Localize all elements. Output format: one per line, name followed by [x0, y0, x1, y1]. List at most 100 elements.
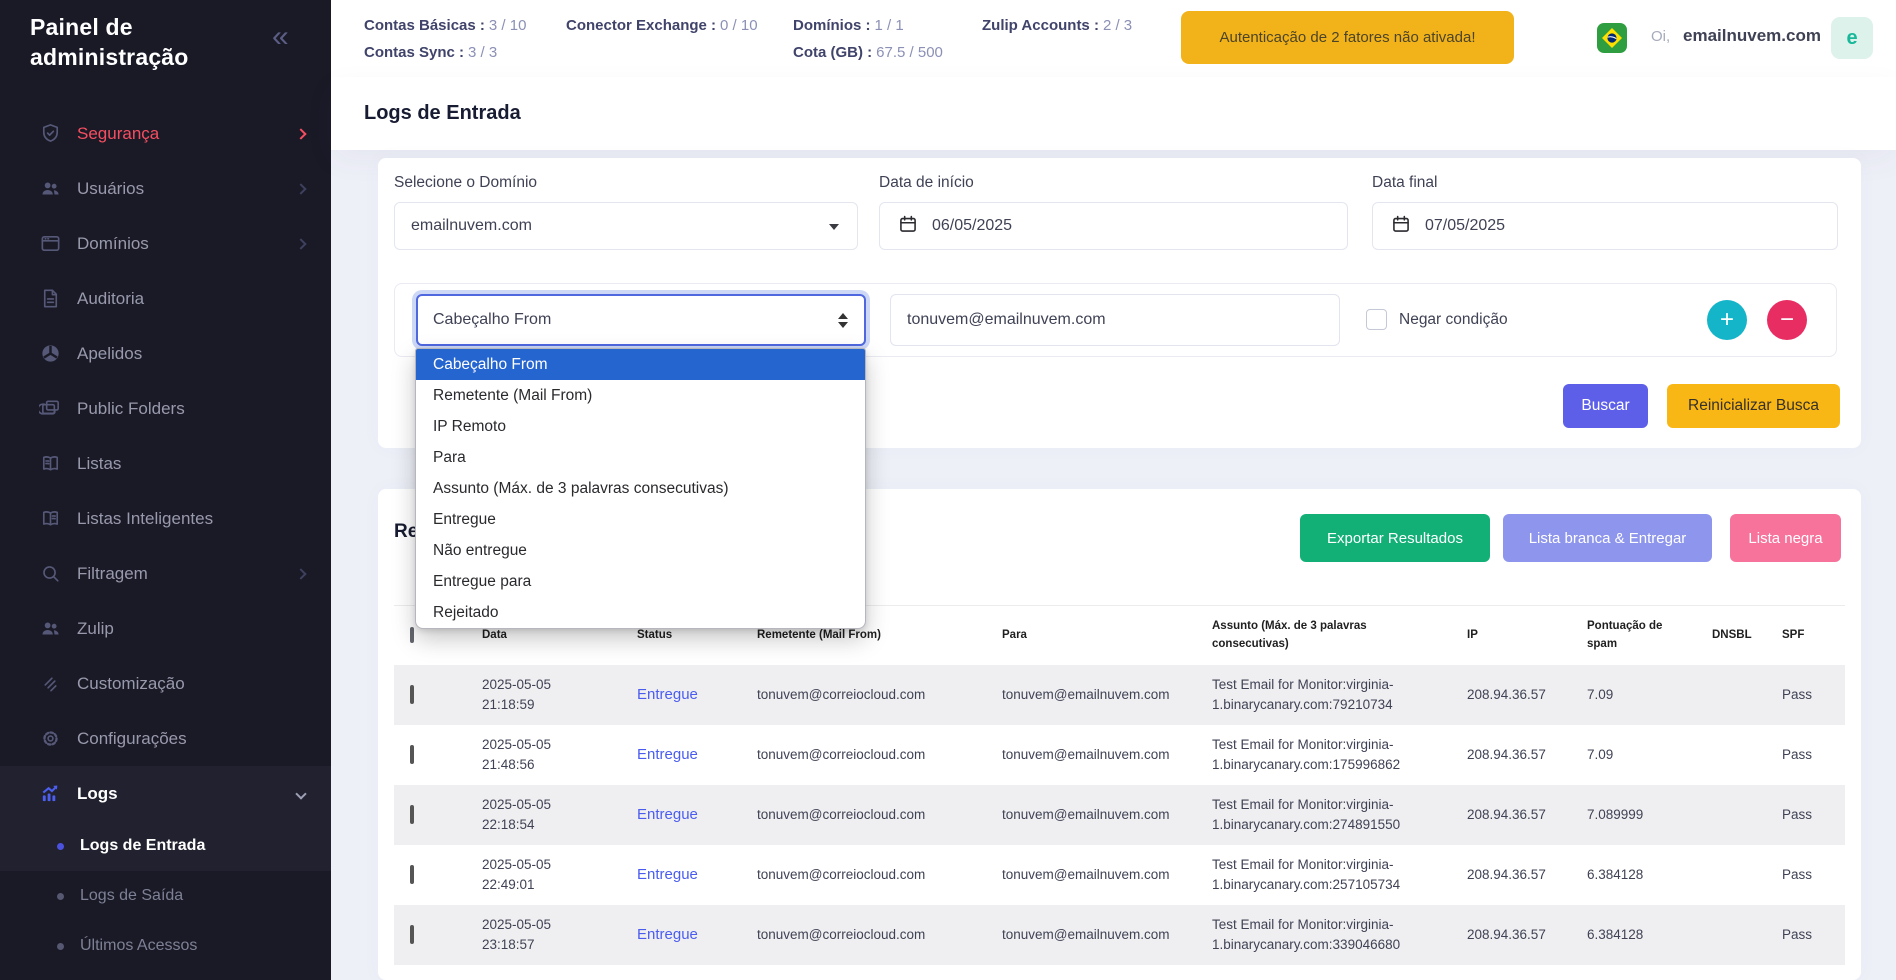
dropdown-option[interactable]: Rejeitado — [416, 597, 865, 628]
caret-down-icon — [829, 224, 839, 230]
sidebar-item-label: Apelidos — [77, 344, 305, 364]
sidebar-item-listas-inteligentes[interactable]: Listas Inteligentes — [0, 491, 331, 546]
sidebar-item-public-folders[interactable]: Public Folders — [0, 381, 331, 436]
condition-field-select[interactable]: Cabeçalho From — [416, 294, 866, 346]
sidebar-subitem-logs-entrada[interactable]: Logs de Entrada — [0, 821, 331, 871]
two-factor-warning-button[interactable]: Autenticação de 2 fatores não ativada! — [1181, 11, 1514, 64]
brazil-flag-icon[interactable] — [1597, 23, 1627, 53]
dropdown-option[interactable]: Remetente (Mail From) — [416, 380, 865, 411]
cell-ip: 208.94.36.57 — [1455, 805, 1575, 825]
sidebar-item-seguranca[interactable]: Segurança — [0, 106, 331, 161]
cell-data: 2025-05-0522:18:54 — [470, 795, 625, 834]
negate-checkbox[interactable] — [1366, 309, 1387, 330]
reset-search-button[interactable]: Reinicializar Busca — [1667, 384, 1840, 428]
status-link[interactable]: Entregue — [637, 806, 698, 823]
dropdown-option[interactable]: Cabeçalho From — [416, 349, 865, 380]
stacked-folders-icon — [38, 397, 62, 421]
stat-label: Contas Básicas : — [364, 17, 485, 34]
sidebar-item-configuracoes[interactable]: Configurações — [0, 711, 331, 766]
status-link[interactable]: Entregue — [637, 746, 698, 763]
cell-status: Entregue — [625, 924, 745, 946]
column-header-status: Status — [625, 627, 745, 645]
date-start-value: 06/05/2025 — [932, 217, 1012, 235]
cell-spf: Pass — [1770, 865, 1845, 885]
cell-time: 23:18:57 — [482, 935, 613, 955]
sidebar-item-usuarios[interactable]: Usuários — [0, 161, 331, 216]
stat-label: Conector Exchange : — [566, 17, 716, 34]
dropdown-option[interactable]: Para — [416, 442, 865, 473]
sidebar-item-auditoria[interactable]: Auditoria — [0, 271, 331, 326]
gear-icon — [38, 727, 62, 751]
stat-value: 1 / 1 — [875, 17, 904, 34]
date-end-input[interactable]: 07/05/2025 — [1372, 202, 1838, 250]
stat-label: Zulip Accounts : — [982, 17, 1099, 34]
avatar[interactable]: e — [1831, 17, 1873, 59]
date-start-input[interactable]: 06/05/2025 — [879, 202, 1348, 250]
cell-assunto: Test Email for Monitor:virginia-1.binary… — [1200, 675, 1455, 714]
negate-label: Negar condição — [1399, 311, 1508, 329]
status-link[interactable]: Entregue — [637, 866, 698, 883]
search-button[interactable]: Buscar — [1563, 384, 1648, 428]
sidebar-menu: Segurança Usuários Domínios — [0, 106, 331, 971]
domain-select-value: emailnuvem.com — [411, 217, 532, 235]
dropdown-option[interactable]: Entregue — [416, 504, 865, 535]
row-checkbox[interactable] — [410, 925, 414, 944]
bullet-icon — [57, 943, 64, 950]
select-all-cell — [394, 627, 470, 645]
sidebar-item-filtragem[interactable]: Filtragem — [0, 546, 331, 601]
open-book-icon — [38, 452, 62, 476]
dropdown-option[interactable]: Assunto (Máx. de 3 palavras consecutivas… — [416, 473, 865, 504]
remove-condition-button[interactable]: − — [1767, 300, 1807, 340]
sidebar-subitem-ultimos-acessos[interactable]: Últimos Acessos — [0, 921, 331, 971]
cell-remetente: tonuvem@correiocloud.com — [745, 865, 990, 885]
stat-cota-gb: Cota (GB) :67.5 / 500 — [793, 44, 943, 61]
add-condition-button[interactable]: + — [1707, 300, 1747, 340]
sidebar-item-label: Logs — [77, 784, 297, 804]
condition-value-input[interactable] — [890, 294, 1340, 346]
stat-label: Domínios : — [793, 17, 871, 34]
row-checkbox[interactable] — [410, 805, 414, 824]
sidebar-collapse-icon[interactable]: « — [272, 22, 289, 52]
dropdown-option[interactable]: Não entregue — [416, 535, 865, 566]
sidebar-subitem-logs-saida[interactable]: Logs de Saída — [0, 871, 331, 921]
account-name[interactable]: emailnuvem.com — [1683, 26, 1821, 46]
cell-ip: 208.94.36.57 — [1455, 925, 1575, 945]
sidebar-item-zulip[interactable]: Zulip — [0, 601, 331, 656]
app-title: Painel de administração — [30, 12, 255, 72]
sidebar-item-customizacao[interactable]: Customização — [0, 656, 331, 711]
table-row: 2025-05-0522:49:01 Entregue tonuvem@corr… — [394, 845, 1845, 905]
sidebar-item-label: Listas — [77, 454, 305, 474]
chart-line-icon — [38, 782, 62, 806]
cell-pontuacao: 6.384128 — [1575, 865, 1700, 885]
whitelist-deliver-button[interactable]: Lista branca & Entregar — [1503, 514, 1712, 562]
dropdown-option[interactable]: Entregue para — [416, 566, 865, 597]
cell-spf: Pass — [1770, 745, 1845, 765]
condition-field-dropdown: Cabeçalho From Remetente (Mail From) IP … — [415, 348, 866, 629]
table-row: 2025-05-0522:18:54 Entregue tonuvem@corr… — [394, 785, 1845, 845]
cell-para: tonuvem@emailnuvem.com — [990, 685, 1200, 705]
cell-status: Entregue — [625, 804, 745, 826]
dropdown-option[interactable]: IP Remoto — [416, 411, 865, 442]
row-checkbox[interactable] — [410, 685, 414, 704]
cell-pontuacao: 7.089999 — [1575, 805, 1700, 825]
export-results-button[interactable]: Exportar Resultados — [1300, 514, 1490, 562]
cell-date: 2025-05-05 — [482, 855, 613, 875]
domain-label: Selecione o Domínio — [394, 174, 537, 192]
topbar: Contas Básicas :3 / 10 Conector Exchange… — [331, 0, 1896, 77]
domain-select[interactable]: emailnuvem.com — [394, 202, 858, 250]
sidebar-item-logs[interactable]: Logs — [0, 766, 331, 821]
status-link[interactable]: Entregue — [637, 686, 698, 703]
sidebar-item-apelidos[interactable]: Apelidos — [0, 326, 331, 381]
blacklist-button[interactable]: Lista negra — [1730, 514, 1841, 562]
row-checkbox[interactable] — [410, 865, 414, 884]
chevron-right-icon — [295, 128, 306, 139]
stat-value: 3 / 3 — [468, 44, 497, 61]
row-checkbox[interactable] — [410, 745, 414, 764]
sidebar-item-dominios[interactable]: Domínios — [0, 216, 331, 271]
sidebar-subitem-label: Últimos Acessos — [80, 937, 197, 955]
select-all-checkbox[interactable] — [410, 627, 414, 643]
status-link[interactable]: Entregue — [637, 926, 698, 943]
sidebar-item-listas[interactable]: Listas — [0, 436, 331, 491]
cell-remetente: tonuvem@correiocloud.com — [745, 745, 990, 765]
sidebar-item-label: Segurança — [77, 124, 297, 144]
